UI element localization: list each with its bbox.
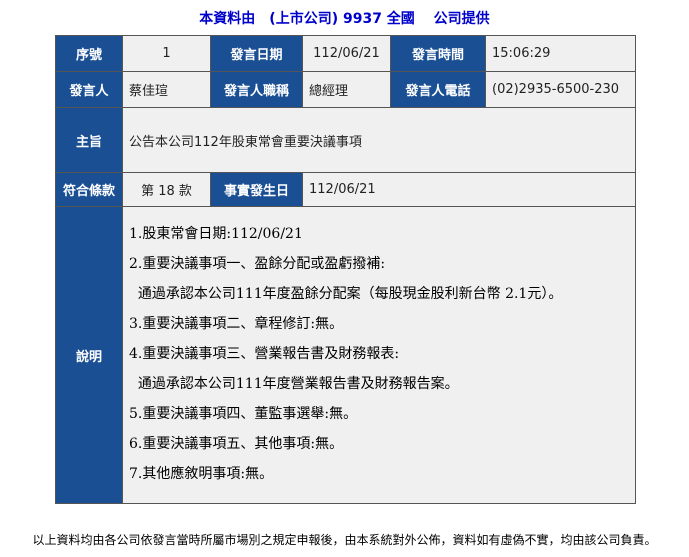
clause-value: 第 18 款 (122, 172, 211, 207)
description-line: 3.重要決議事項二、章程修訂:無。 (129, 316, 344, 332)
time-value: 15:06:29 (485, 35, 636, 72)
speaker-title-value: 總經理 (302, 71, 391, 108)
speaker-value: 蔡佳瑄 (122, 71, 211, 108)
source-line: 本資料由 (上市公司) 9937 全國 公司提供 (199, 11, 490, 27)
description-line: 6.重要決議事項五、其他事項:無。 (129, 436, 344, 452)
seq-value: 1 (122, 35, 211, 72)
speaker-label: 發言人 (55, 71, 123, 108)
speaker-phone-value: (02)2935-6500-230 (485, 71, 636, 108)
description-body: 1.股東常會日期:112/06/21 2.重要決議事項一、盈餘分配或盈虧撥補: 通… (129, 208, 629, 490)
speaker-phone-label: 發言人電話 (390, 71, 486, 108)
description-line: 4.重要決議事項三、營業報告書及財務報表: (129, 346, 400, 362)
description-line: 1.股東常會日期:112/06/21 (129, 226, 303, 242)
description-line: 2.重要決議事項一、盈餘分配或盈虧撥補: (129, 256, 386, 272)
date-value: 112/06/21 (302, 35, 391, 72)
subject-value: 公告本公司112年股東常會重要決議事項 (122, 107, 636, 173)
event-date-label: 事實發生日 (210, 172, 303, 207)
description-label: 說明 (55, 206, 123, 504)
description-value: 1.股東常會日期:112/06/21 2.重要決議事項一、盈餘分配或盈虧撥補: 通… (122, 206, 636, 504)
seq-label: 序號 (55, 35, 123, 72)
row-seq-date-time: 序號 1 發言日期 112/06/21 發言時間 15:06:29 (55, 35, 636, 72)
description-line: 7.其他應敘明事項:無。 (129, 466, 274, 482)
announcement-table: 序號 1 發言日期 112/06/21 發言時間 15:06:29 發言人 蔡佳… (55, 35, 636, 504)
description-line: 通過承認本公司111年度營業報告書及財務報告案。 (129, 376, 459, 392)
description-line: 5.重要決議事項四、董監事選舉:無。 (129, 406, 358, 422)
row-speaker: 發言人 蔡佳瑄 發言人職稱 總經理 發言人電話 (02)2935-6500-23… (55, 71, 636, 108)
event-date-value: 112/06/21 (302, 172, 636, 207)
subject-label: 主旨 (55, 107, 123, 173)
row-subject: 主旨 公告本公司112年股東常會重要決議事項 (55, 107, 636, 173)
clause-label: 符合條款 (55, 172, 123, 207)
date-label: 發言日期 (210, 35, 303, 72)
time-label: 發言時間 (390, 35, 486, 72)
row-clause: 符合條款 第 18 款 事實發生日 112/06/21 (55, 172, 636, 207)
speaker-title-label: 發言人職稱 (210, 71, 303, 108)
disclaimer-footer: 以上資料均由各公司依發言當時所屬市場別之規定申報後，由本系統對外公佈，資料如有虛… (32, 533, 657, 547)
row-description: 說明 1.股東常會日期:112/06/21 2.重要決議事項一、盈餘分配或盈虧撥補… (55, 206, 636, 504)
description-line: 通過承認本公司111年度盈餘分配案（每股現金股利新台幣 2.1元）。 (129, 286, 563, 302)
